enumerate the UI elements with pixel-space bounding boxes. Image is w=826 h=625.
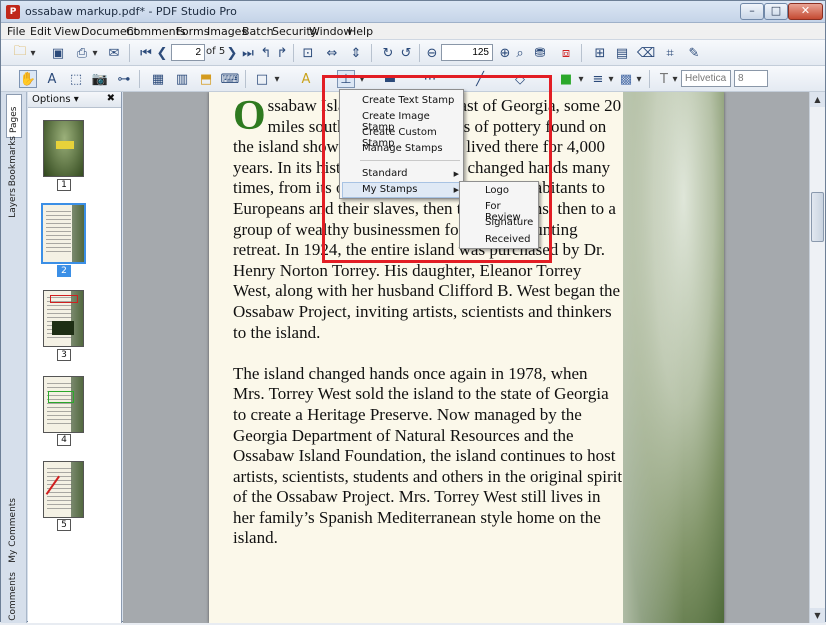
open-folder-icon[interactable]: 🗀 — [11, 44, 29, 62]
text-select-icon[interactable]: A — [43, 70, 61, 88]
zoom-out-icon[interactable]: ⊖ — [423, 44, 441, 62]
scroll-up-arrow-icon[interactable]: ▲ — [810, 92, 825, 107]
rotate-counterclockwise-icon[interactable]: ↺ — [397, 44, 415, 62]
shape-dropdown-icon[interactable]: ▾ — [273, 70, 281, 88]
page-layout-icon[interactable]: ⊞ — [591, 44, 609, 62]
side-tabs: Pages Bookmarks Layers My Comments Comme… — [1, 92, 27, 623]
close-button[interactable]: ✕ — [788, 3, 823, 20]
highlight-text-icon[interactable]: A — [297, 70, 315, 88]
tab-my-comments[interactable]: My Comments — [6, 494, 20, 567]
title-bar: P ossabaw markup.pdf* - PDF Studio Pro –… — [1, 1, 825, 23]
maximize-button[interactable]: □ — [764, 3, 788, 20]
area-select-icon[interactable]: ⬚ — [67, 70, 85, 88]
text-box-icon[interactable]: ▥ — [173, 70, 191, 88]
page-thumbnail-1[interactable] — [43, 120, 84, 177]
toolbar-separator — [139, 70, 140, 88]
menu-view[interactable]: View — [54, 25, 80, 38]
toolbar-separator — [419, 44, 420, 62]
menu-edit[interactable]: Edit — [30, 25, 51, 38]
close-panel-icon[interactable]: ✖ — [107, 93, 115, 104]
note-icon[interactable]: ▦ — [149, 70, 167, 88]
color-picker-icon[interactable]: ■ — [557, 70, 575, 88]
window-title: ossabaw markup.pdf* - PDF Studio Pro — [25, 5, 237, 18]
rotate-clockwise-icon[interactable]: ↻ — [379, 44, 397, 62]
fit-width-icon[interactable]: ⇔ — [323, 44, 341, 62]
toolbar-separator — [649, 70, 650, 88]
options-bar: Options ▾ ✖ — [28, 92, 121, 108]
typewriter-icon[interactable]: ⌨ — [221, 70, 240, 88]
color-dropdown-icon[interactable]: ▾ — [577, 70, 585, 88]
toolbar-separator — [129, 44, 130, 62]
stamp-print-icon[interactable]: ⛃ — [531, 44, 549, 62]
actual-size-icon[interactable]: ⊡ — [299, 44, 317, 62]
page-label-4: 4 — [57, 434, 71, 446]
font-size-input[interactable] — [734, 70, 768, 87]
toolbar-separator — [293, 44, 294, 62]
rectangle-icon[interactable]: □ — [253, 70, 271, 88]
paragraph-2: The island changed hands once again in 1… — [233, 363, 623, 548]
menu-bar: File Edit View Document Comments Forms I… — [1, 23, 825, 40]
pdf-app-icon: P — [6, 5, 20, 19]
page-label-3: 3 — [57, 349, 71, 361]
menu-batch[interactable]: Batch — [242, 25, 274, 38]
open-dropdown-icon[interactable]: ▾ — [29, 44, 37, 62]
find-binoculars-icon[interactable]: ⊶ — [115, 70, 133, 88]
menu-file[interactable]: File — [7, 25, 25, 38]
print-dropdown-icon[interactable]: ▾ — [91, 44, 99, 62]
line-width-icon[interactable]: ≡ — [589, 70, 607, 88]
font-name-input[interactable] — [681, 70, 731, 87]
toolbar-separator — [245, 70, 246, 88]
page-label-5: 5 — [57, 519, 71, 531]
tab-layers[interactable]: Layers — [6, 184, 20, 222]
red-highlight-box — [322, 75, 552, 263]
page-photo — [623, 92, 724, 623]
toolbar-separator — [581, 44, 582, 62]
menu-forms[interactable]: Forms — [176, 25, 209, 38]
tab-bookmarks[interactable]: Bookmarks — [6, 132, 20, 190]
opacity-dropdown-icon[interactable]: ▾ — [635, 70, 643, 88]
opacity-icon[interactable]: ▩ — [617, 70, 635, 88]
fit-page-icon[interactable]: ⇕ — [347, 44, 365, 62]
camera-icon[interactable]: 📷 — [91, 70, 109, 88]
scrollbar-thumb[interactable] — [811, 192, 824, 242]
thumbnail-panel: Options ▾ ✖ 1 2 3 4 5 — [28, 92, 122, 623]
main-toolbar: 🗀 ▾ ▣ ⎙ ▾ ✉ ⏮ ❮ of 5 ❯ ⏭ ↰ ↱ ⊡ ⇔ ⇕ ↻ ↺ ⊖… — [1, 40, 825, 66]
drop-cap: O — [233, 93, 266, 139]
menu-help[interactable]: Help — [348, 25, 373, 38]
page-thumbnail-2[interactable] — [41, 203, 86, 264]
crop-icon[interactable]: ⌗ — [661, 44, 679, 62]
edit-page-icon[interactable]: ✎ — [685, 44, 703, 62]
options-menu[interactable]: Options ▾ — [32, 94, 79, 105]
sticky-note-icon[interactable]: ⬒ — [197, 70, 215, 88]
zoom-level-input[interactable] — [441, 44, 493, 61]
page-thumbnail-4[interactable] — [43, 376, 84, 433]
save-icon[interactable]: ▣ — [49, 44, 67, 62]
app-window: P ossabaw markup.pdf* - PDF Studio Pro –… — [0, 0, 826, 623]
go-forward-icon[interactable]: ↱ — [273, 44, 291, 62]
menu-window[interactable]: Window — [309, 25, 352, 38]
page-number-input[interactable] — [171, 44, 205, 61]
page-label-1: 1 — [57, 179, 71, 191]
page-thumbnail-5[interactable] — [43, 461, 84, 518]
line-width-dropdown-icon[interactable]: ▾ — [607, 70, 615, 88]
page-label-2: 2 — [57, 265, 71, 277]
zoom-tool-icon[interactable]: ⌕ — [511, 44, 529, 62]
previous-page-icon[interactable]: ❮ — [153, 44, 171, 62]
vertical-scrollbar[interactable]: ▲ ▼ — [809, 92, 825, 623]
last-page-icon[interactable]: ⏭ — [239, 44, 257, 62]
email-icon[interactable]: ✉ — [105, 44, 123, 62]
eraser-icon[interactable]: ⌫ — [637, 44, 655, 62]
page-thumbnail-3[interactable] — [43, 290, 84, 347]
tab-comments[interactable]: Comments — [6, 568, 20, 625]
hand-tool-icon[interactable]: ✋ — [19, 70, 37, 88]
font-dropdown-icon[interactable]: ▾ — [671, 70, 679, 88]
minimize-button[interactable]: – — [740, 3, 764, 20]
print-icon[interactable]: ⎙ — [73, 44, 91, 62]
form-fields-icon[interactable]: ▤ — [613, 44, 631, 62]
scroll-down-arrow-icon[interactable]: ▼ — [810, 608, 825, 623]
toolbar-separator — [371, 44, 372, 62]
snapshot-icon[interactable]: ⧈ — [557, 44, 575, 62]
